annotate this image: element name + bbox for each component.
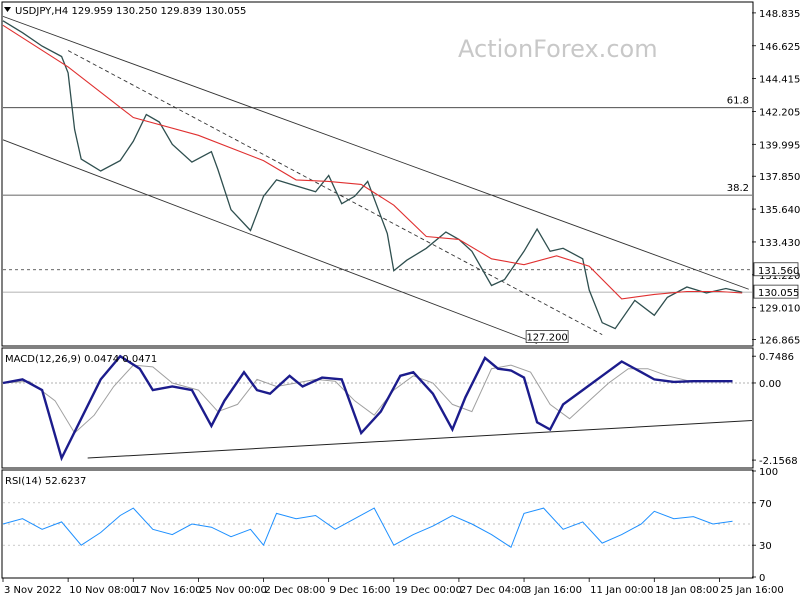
price-ytick-label: 146.625 — [759, 42, 800, 53]
macd-ytick-label: 0.7486 — [759, 352, 794, 363]
fib-level-label: 61.8 — [727, 96, 749, 107]
current-price-tag: 130.055 — [758, 288, 799, 299]
price-ytick-label: 144.415 — [759, 75, 800, 86]
macd-ytick-label: 0.00 — [759, 379, 781, 390]
lower-channel-line — [2, 139, 538, 344]
x-tick-label: 10 Nov 08:00 — [69, 585, 136, 596]
moving-average-line — [2, 24, 743, 300]
macd-header-text: MACD(12,26,9) 0.0474 0.0471 — [5, 354, 157, 365]
chart-canvas: ActionForex.com 61.8 38.2 127.200 148.835 14… — [1, 1, 800, 596]
x-tick-label: 18 Jan 08:00 — [655, 585, 718, 596]
low-annotation-label: 127.200 — [526, 333, 567, 344]
macd-line — [2, 354, 733, 462]
x-tick-label: 3 Jan 16:00 — [525, 585, 582, 596]
resistance-price-tag: 131.560 — [758, 266, 799, 277]
macd-ytick-label: -2.1568 — [759, 456, 798, 467]
price-ytick-label: 137.850 — [759, 172, 800, 183]
x-tick-label: 2 Dec 08:00 — [265, 585, 326, 596]
watermark-text: ActionForex.com — [458, 35, 658, 63]
rsi-panel: 100 70 30 0 — [2, 467, 778, 584]
macd-panel: 0.7486 0.00 -2.1568 — [2, 352, 798, 467]
x-tick-label: 3 Nov 2022 — [4, 585, 62, 596]
x-tick-label: 9 Dec 16:00 — [330, 585, 391, 596]
macd-support-line — [87, 420, 753, 459]
macd-panel-frame — [1, 347, 754, 469]
price-series-line — [2, 20, 743, 330]
price-ytick-label: 126.865 — [759, 336, 800, 347]
fib-level-label: 38.2 — [727, 183, 749, 194]
rsi-ytick-label: 0 — [759, 573, 765, 584]
price-header-text: USDJPY,H4 129.959 130.250 129.839 130.05… — [15, 6, 246, 17]
symbol-header: USDJPY,H4 129.959 130.250 129.839 130.05… — [4, 6, 246, 17]
rsi-line — [2, 507, 733, 549]
x-tick-label: 27 Dec 04:00 — [460, 585, 527, 596]
price-ytick-label: 148.835 — [759, 9, 800, 20]
x-axis: 3 Nov 2022 10 Nov 08:0017 Nov 16:0025 Nov… — [2, 578, 784, 596]
price-ytick-label: 135.640 — [759, 205, 800, 216]
rsi-ytick-label: 100 — [759, 467, 778, 478]
triangle-down-icon[interactable] — [4, 7, 11, 12]
rsi-ytick-label: 70 — [759, 499, 772, 510]
x-tick-label: 25 Jan 16:00 — [720, 585, 783, 596]
rsi-ytick-label: 30 — [759, 541, 772, 552]
macd-signal-line — [2, 364, 733, 434]
price-ytick-label: 142.205 — [759, 107, 800, 118]
x-tick-label: 19 Dec 00:00 — [395, 585, 462, 596]
x-tick-label: 17 Nov 16:00 — [134, 585, 201, 596]
x-tick-label: 25 Nov 00:00 — [199, 585, 266, 596]
x-tick-label: 11 Jan 00:00 — [590, 585, 653, 596]
price-panel: 61.8 38.2 127.200 148.835 146.625 144.415 142.… — [2, 9, 800, 347]
price-ytick-label: 129.010 — [759, 304, 800, 315]
price-ytick-label: 139.995 — [759, 140, 800, 151]
price-ytick-label: 133.430 — [759, 238, 800, 249]
rsi-header-text: RSI(14) 52.6237 — [5, 476, 86, 487]
